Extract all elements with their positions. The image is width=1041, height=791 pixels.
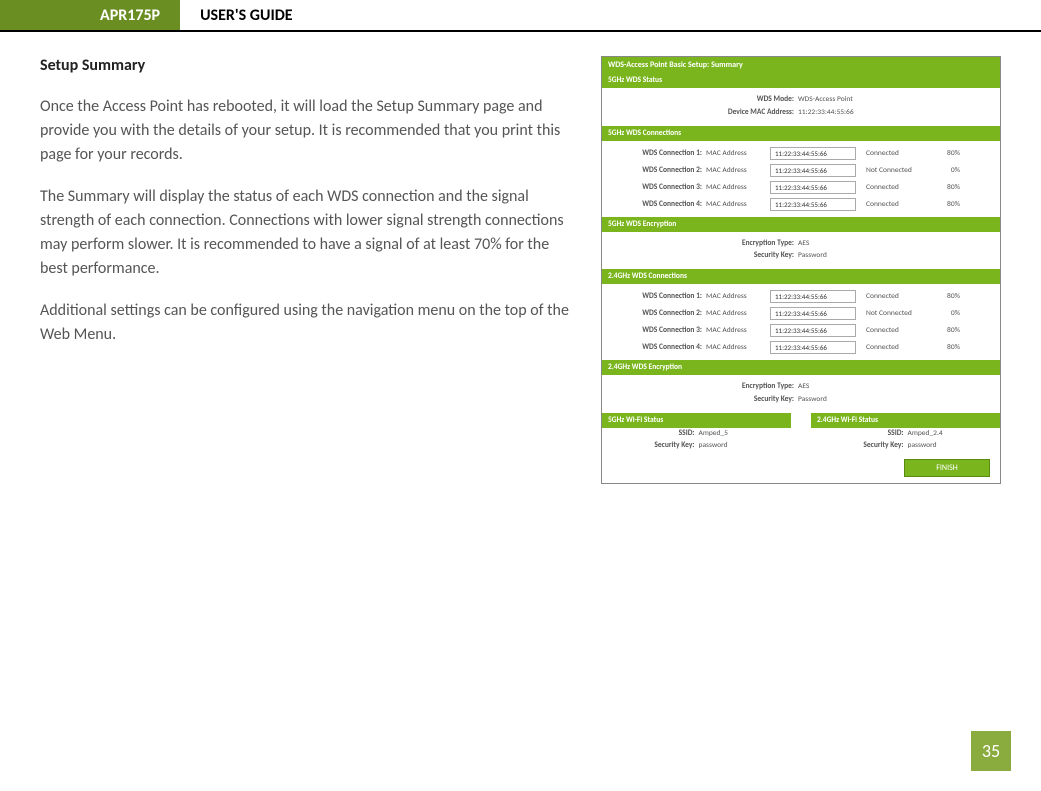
paragraph-2: The Summary will display the status of e… bbox=[40, 185, 571, 281]
signal-percent: 80% bbox=[936, 200, 960, 209]
mac-address-field[interactable]: 11:22:33:44:55:66 bbox=[770, 147, 856, 160]
connection-row: WDS Connection 1: MAC Address 11:22:33:44:… bbox=[612, 145, 990, 162]
connection-row: WDS Connection 3: MAC Address 11:22:33:44:… bbox=[612, 322, 990, 339]
section-bar-24ghz-wifi: 2.4GHz Wi-Fi Status bbox=[811, 413, 1000, 428]
connection-status: Connected bbox=[860, 149, 932, 158]
guide-title: USER'S GUIDE bbox=[180, 0, 1041, 30]
connection-label: WDS Connection 4: bbox=[612, 200, 702, 209]
connection-status: Not Connected bbox=[860, 166, 932, 175]
conn5-rows: WDS Connection 1: MAC Address 11:22:33:44:… bbox=[602, 141, 1000, 217]
value-ssid-24: Amped_2.4 bbox=[908, 428, 988, 441]
mac-sublabel: MAC Address bbox=[706, 200, 766, 209]
value-sec-key-5: Password bbox=[798, 250, 918, 263]
connection-status: Connected bbox=[860, 292, 932, 301]
connection-label: WDS Connection 4: bbox=[612, 343, 702, 352]
mac-address-field[interactable]: 11:22:33:44:55:66 bbox=[770, 164, 856, 177]
value-ssid-5: Amped_5 bbox=[699, 428, 779, 441]
section-heading: Setup Summary bbox=[40, 56, 571, 75]
connection-status: Connected bbox=[860, 343, 932, 352]
signal-percent: 80% bbox=[936, 343, 960, 352]
setup-summary-screenshot: WDS-Access Point Basic Setup: Summary 5G… bbox=[601, 56, 1001, 484]
label-enc-type-5: Encryption Type: bbox=[684, 238, 794, 251]
label-sec-key-5: Security Key: bbox=[684, 250, 794, 263]
section-bar-24ghz-connections: 2.4GHz WDS Connections bbox=[602, 269, 1000, 284]
label-ssid-24: SSID: bbox=[824, 428, 904, 441]
label-wds-mode: WDS Mode: bbox=[684, 94, 794, 107]
value-enc-type-5: AES bbox=[798, 238, 918, 251]
value-wds-mode: WDS-Access Point bbox=[798, 94, 918, 107]
mac-sublabel: MAC Address bbox=[706, 309, 766, 318]
value-device-mac: 11:22:33:44:55:66 bbox=[798, 107, 918, 120]
connection-row: WDS Connection 2: MAC Address 11:22:33:44:… bbox=[612, 305, 990, 322]
panel-title-bar: WDS-Access Point Basic Setup: Summary bbox=[602, 57, 1000, 73]
mac-sublabel: MAC Address bbox=[706, 343, 766, 352]
signal-percent: 80% bbox=[936, 292, 960, 301]
connection-row: WDS Connection 4: MAC Address 11:22:33:44:… bbox=[612, 196, 990, 213]
label-ssid-5: SSID: bbox=[615, 428, 695, 441]
mac-address-field[interactable]: 11:22:33:44:55:66 bbox=[770, 181, 856, 194]
connection-label: WDS Connection 1: bbox=[612, 292, 702, 301]
value-seckey-24: password bbox=[908, 440, 988, 453]
connection-status: Connected bbox=[860, 326, 932, 335]
signal-percent: 80% bbox=[936, 149, 960, 158]
section-bar-5ghz-encryption: 5GHz WDS Encryption bbox=[602, 217, 1000, 232]
section-bar-24ghz-encryption: 2.4GHz WDS Encryption bbox=[602, 360, 1000, 375]
page-header: APR175P USER'S GUIDE bbox=[0, 0, 1041, 32]
connection-status: Connected bbox=[860, 200, 932, 209]
mac-address-field[interactable]: 11:22:33:44:55:66 bbox=[770, 307, 856, 320]
label-device-mac: Device MAC Address: bbox=[684, 107, 794, 120]
mac-sublabel: MAC Address bbox=[706, 292, 766, 301]
paragraph-3: Additional settings can be configured us… bbox=[40, 299, 571, 347]
value-enc-type-24: AES bbox=[798, 381, 918, 394]
signal-percent: 0% bbox=[936, 166, 960, 175]
mac-sublabel: MAC Address bbox=[706, 326, 766, 335]
page-number-badge: 35 bbox=[971, 731, 1011, 771]
connection-row: WDS Connection 4: MAC Address 11:22:33:44:… bbox=[612, 339, 990, 356]
body-text-column: Setup Summary Once the Access Point has … bbox=[40, 56, 581, 484]
connection-row: WDS Connection 3: MAC Address 11:22:33:44:… bbox=[612, 179, 990, 196]
paragraph-1: Once the Access Point has rebooted, it w… bbox=[40, 95, 571, 167]
signal-percent: 0% bbox=[936, 309, 960, 318]
section-bar-5ghz-connections: 5GHz WDS Connections bbox=[602, 126, 1000, 141]
value-sec-key-24: Password bbox=[798, 394, 918, 407]
connection-label: WDS Connection 2: bbox=[612, 309, 702, 318]
conn24-rows: WDS Connection 1: MAC Address 11:22:33:44:… bbox=[602, 284, 1000, 360]
connection-status: Not Connected bbox=[860, 309, 932, 318]
label-enc-type-24: Encryption Type: bbox=[684, 381, 794, 394]
connection-row: WDS Connection 1: MAC Address 11:22:33:44:… bbox=[612, 288, 990, 305]
finish-button[interactable]: FINISH bbox=[904, 459, 990, 477]
signal-percent: 80% bbox=[936, 183, 960, 192]
mac-address-field[interactable]: 11:22:33:44:55:66 bbox=[770, 324, 856, 337]
mac-sublabel: MAC Address bbox=[706, 183, 766, 192]
label-sec-key-24: Security Key: bbox=[684, 394, 794, 407]
connection-label: WDS Connection 2: bbox=[612, 166, 702, 175]
connection-label: WDS Connection 3: bbox=[612, 326, 702, 335]
label-seckey-24: Security Key: bbox=[824, 440, 904, 453]
section-bar-5ghz-wifi: 5GHz Wi-Fi Status bbox=[602, 413, 791, 428]
connection-label: WDS Connection 3: bbox=[612, 183, 702, 192]
section-bar-5ghz-status: 5GHz WDS Status bbox=[602, 73, 1000, 88]
connection-label: WDS Connection 1: bbox=[612, 149, 702, 158]
signal-percent: 80% bbox=[936, 326, 960, 335]
mac-address-field[interactable]: 11:22:33:44:55:66 bbox=[770, 290, 856, 303]
value-seckey-5: password bbox=[699, 440, 779, 453]
label-seckey-5: Security Key: bbox=[615, 440, 695, 453]
mac-address-field[interactable]: 11:22:33:44:55:66 bbox=[770, 198, 856, 211]
mac-address-field[interactable]: 11:22:33:44:55:66 bbox=[770, 341, 856, 354]
mac-sublabel: MAC Address bbox=[706, 166, 766, 175]
connection-status: Connected bbox=[860, 183, 932, 192]
model-badge: APR175P bbox=[0, 0, 180, 30]
mac-sublabel: MAC Address bbox=[706, 149, 766, 158]
connection-row: WDS Connection 2: MAC Address 11:22:33:44:… bbox=[612, 162, 990, 179]
